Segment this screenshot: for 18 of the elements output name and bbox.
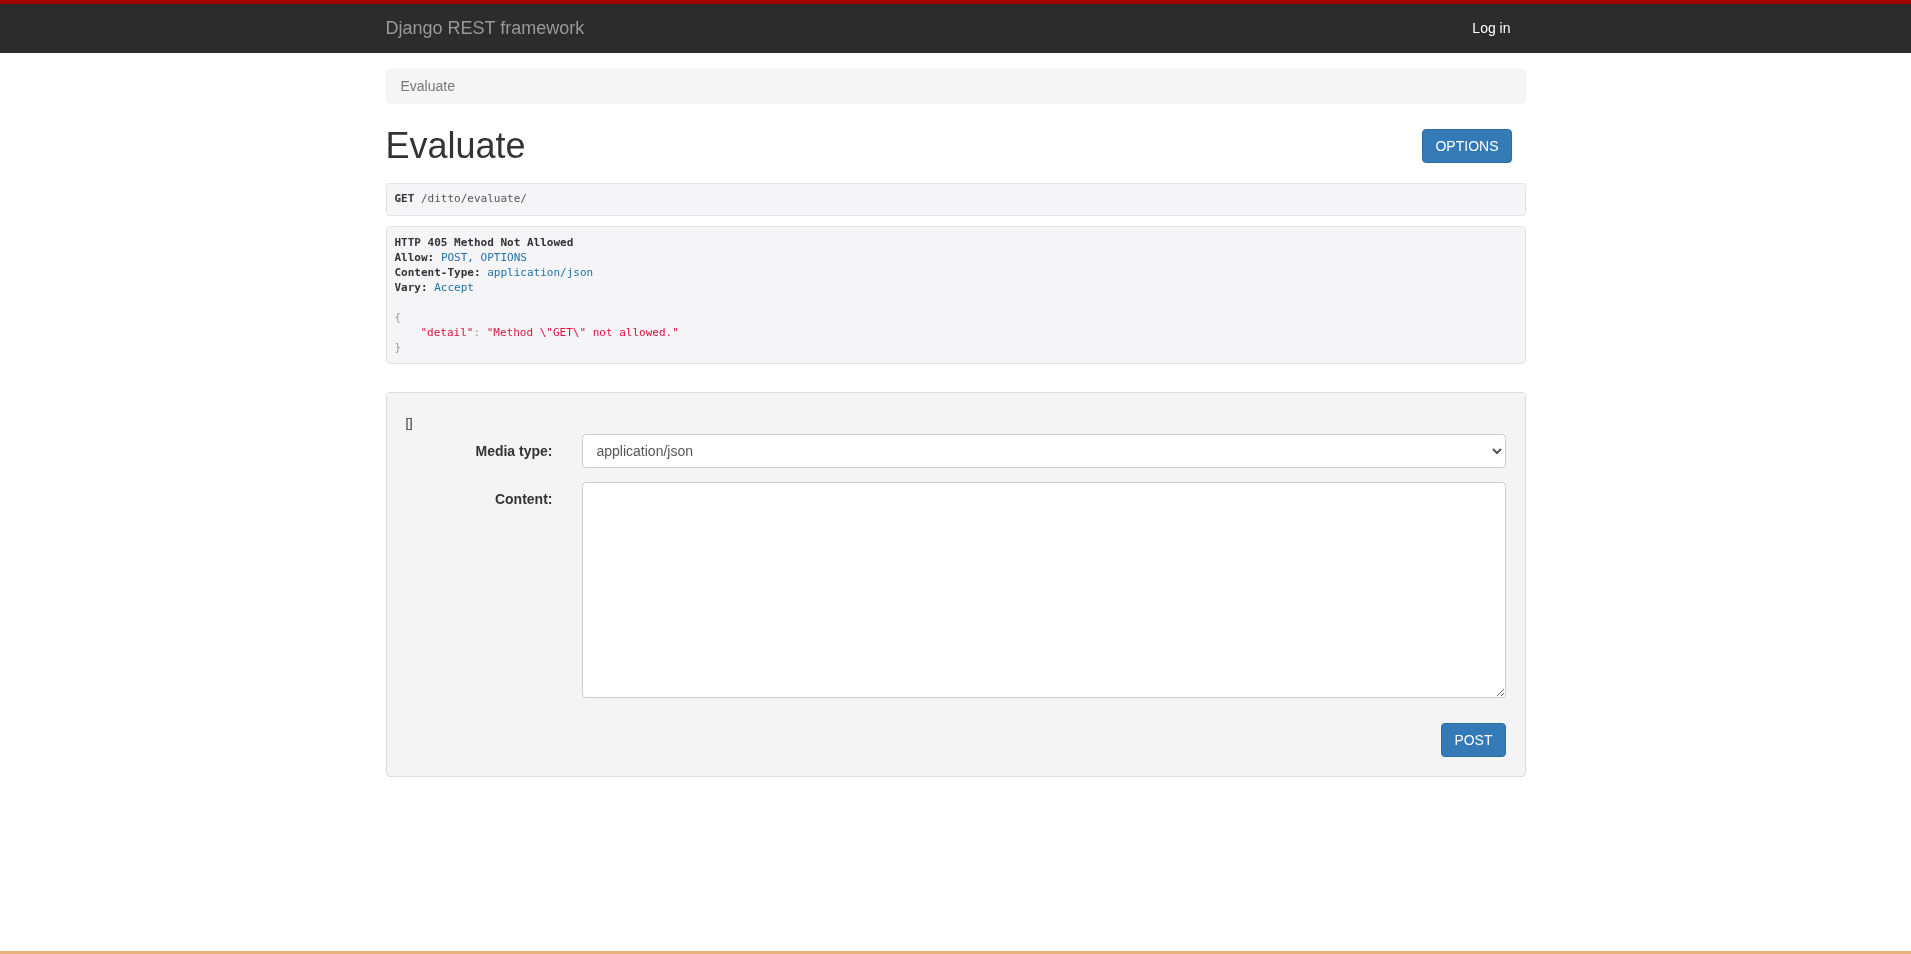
response-header: Vary: Accept <box>394 279 475 295</box>
json-entry: "detail": "Method \"GET\" not allowed." <box>419 324 680 340</box>
media-type-label: Media type: <box>474 441 553 461</box>
response-header: Allow: POST, OPTIONS <box>394 249 528 265</box>
breadcrumb-item[interactable]: Evaluate <box>400 76 455 97</box>
content-textarea[interactable] <box>581 482 1506 698</box>
page-title: Evaluate <box>385 124 526 168</box>
media-type-select[interactable]: application/json <box>581 434 1506 468</box>
json-brace: { <box>394 309 402 325</box>
post-button[interactable]: POST <box>1441 723 1506 757</box>
login-link[interactable]: Log in <box>1472 18 1511 39</box>
content-label: Content: <box>493 490 553 509</box>
response-header: Content-Type: application/json <box>394 264 595 280</box>
options-button[interactable]: OPTIONS <box>1422 129 1512 163</box>
form-note: [] <box>405 413 413 432</box>
json-brace: } <box>394 339 402 355</box>
response-status: HTTP 405 Method Not Allowed <box>394 234 575 250</box>
brand-link[interactable]: Django REST framework <box>385 15 585 42</box>
